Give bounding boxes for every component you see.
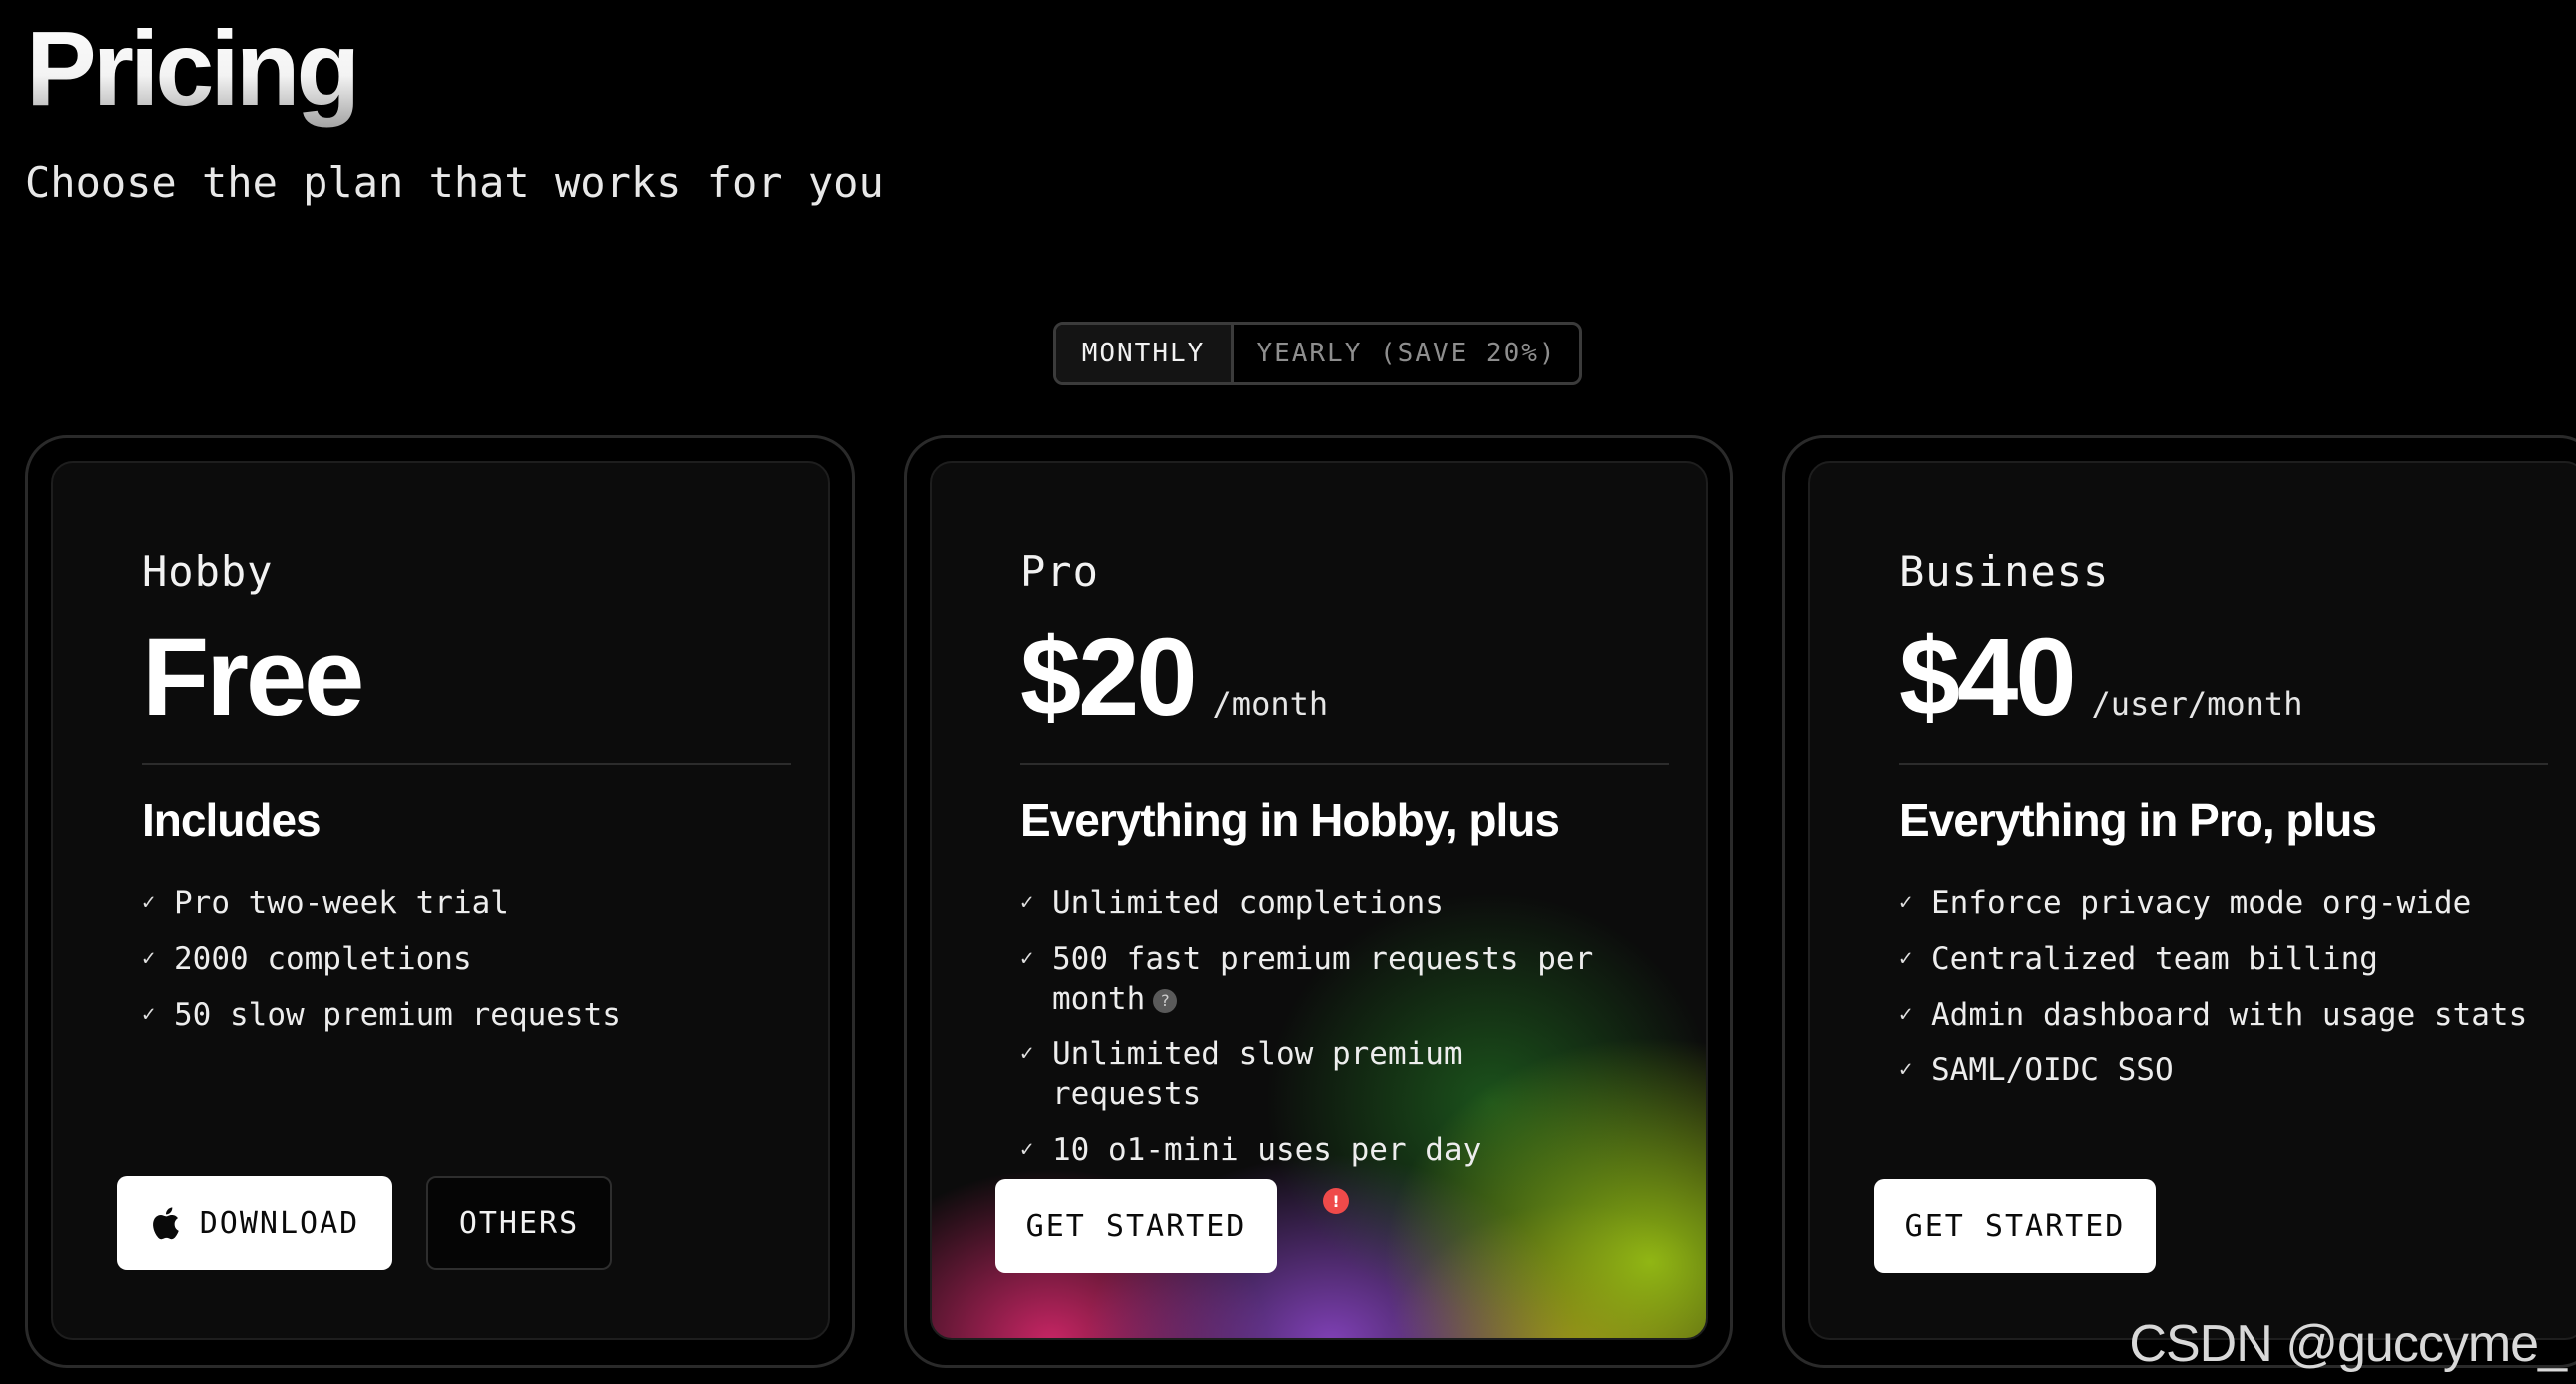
card-divider xyxy=(142,763,791,765)
feature-text: Unlimited completions xyxy=(1052,885,1444,921)
feature-list: ✓ Enforce privacy mode org-wide ✓ Centrali… xyxy=(1899,883,2558,1106)
price-row: $40 /user/month xyxy=(1899,613,2302,743)
download-button-label: DOWNLOAD xyxy=(199,1205,360,1241)
plan-card-hobby-panel: Hobby Free Includes ✓ Pro two-week trial … xyxy=(51,461,830,1340)
check-icon: ✓ xyxy=(142,946,156,971)
apple-icon xyxy=(150,1206,180,1240)
feature-item: ✓ 2000 completions xyxy=(142,939,801,979)
billing-monthly-option[interactable]: MONTHLY xyxy=(1056,325,1234,382)
check-icon: ✓ xyxy=(1899,890,1913,915)
alert-badge: ! xyxy=(1323,1188,1349,1214)
page-title: Pricing xyxy=(26,4,360,134)
check-icon: ✓ xyxy=(1020,946,1034,971)
plan-period: /user/month xyxy=(2091,685,2303,723)
feature-text: 50 slow premium requests xyxy=(174,997,621,1033)
check-icon: ✓ xyxy=(1020,890,1034,915)
billing-period-toggle: MONTHLY YEARLY (SAVE 20%) xyxy=(1053,322,1582,385)
feature-item: ✓ SAML/OIDC SSO xyxy=(1899,1050,2558,1090)
feature-item: ✓ 500 fast premium requests per month? xyxy=(1020,939,1619,1019)
feature-item: ✓ Unlimited slow premium requests xyxy=(1020,1035,1619,1114)
others-button[interactable]: OTHERS xyxy=(426,1176,612,1270)
price-row: Free xyxy=(142,613,364,743)
card-divider xyxy=(1899,763,2548,765)
download-button[interactable]: DOWNLOAD xyxy=(117,1176,392,1270)
feature-item: ✓ Unlimited completions xyxy=(1020,883,1619,923)
plan-price: $20 xyxy=(1020,616,1198,739)
check-icon: ✓ xyxy=(142,890,156,915)
plan-name: Pro xyxy=(1020,547,1099,596)
help-icon[interactable]: ? xyxy=(1153,988,1178,1013)
feature-item: ✓ Enforce privacy mode org-wide xyxy=(1899,883,2558,923)
plan-card-hobby: Hobby Free Includes ✓ Pro two-week trial … xyxy=(25,435,855,1368)
feature-item: ✓ Admin dashboard with usage stats xyxy=(1899,995,2558,1035)
plan-name: Business xyxy=(1899,547,2110,596)
feature-list: ✓ Unlimited completions ✓ 500 fast premium… xyxy=(1020,883,1619,1186)
check-icon: ✓ xyxy=(142,1002,156,1027)
billing-yearly-option[interactable]: YEARLY (SAVE 20%) xyxy=(1234,325,1579,382)
check-icon: ✓ xyxy=(1020,1041,1034,1066)
check-icon: ✓ xyxy=(1899,1002,1913,1027)
feature-item: ✓ Pro two-week trial xyxy=(142,883,801,923)
get-started-button[interactable]: GET STARTED xyxy=(1874,1179,2156,1273)
feature-text: Admin dashboard with usage stats xyxy=(1931,997,2528,1033)
includes-title: Everything in Hobby, plus xyxy=(1020,794,1560,846)
plan-card-business-panel: Business $40 /user/month Everything in P… xyxy=(1808,461,2576,1340)
feature-item: ✓ Centralized team billing xyxy=(1899,939,2558,979)
plan-price: $40 xyxy=(1899,616,2077,739)
feature-text: SAML/OIDC SSO xyxy=(1931,1052,2174,1088)
pricing-page: Pricing Choose the plan that works for y… xyxy=(0,0,2576,1384)
card-divider xyxy=(1020,763,1669,765)
plan-card-pro: Pro $20 /month Everything in Hobby, plus… xyxy=(904,435,1733,1368)
feature-list: ✓ Pro two-week trial ✓ 2000 completions ✓ 5… xyxy=(142,883,801,1050)
price-row: $20 /month xyxy=(1020,613,1328,743)
includes-title: Includes xyxy=(142,794,322,846)
check-icon: ✓ xyxy=(1020,1137,1034,1162)
page-subtitle: Choose the plan that works for you xyxy=(25,158,884,207)
feature-text: Centralized team billing xyxy=(1931,941,2378,977)
plan-period: /month xyxy=(1212,685,1329,723)
plan-card-business: Business $40 /user/month Everything in P… xyxy=(1782,435,2576,1368)
get-started-button[interactable]: GET STARTED xyxy=(995,1179,1277,1273)
includes-title: Everything in Pro, plus xyxy=(1899,794,2377,846)
feature-text-with-help: 500 fast premium requests per month? xyxy=(1052,939,1619,1019)
plan-price: Free xyxy=(142,616,364,739)
plan-name: Hobby xyxy=(142,547,274,596)
feature-text: Enforce privacy mode org-wide xyxy=(1931,885,2472,921)
plan-card-pro-panel: Pro $20 /month Everything in Hobby, plus… xyxy=(930,461,1708,1340)
check-icon: ✓ xyxy=(1899,946,1913,971)
feature-text: 500 fast premium requests per month xyxy=(1052,941,1594,1017)
feature-text: Unlimited slow premium requests xyxy=(1052,1037,1463,1112)
feature-text: 2000 completions xyxy=(174,941,472,977)
feature-item: ✓ 10 o1-mini uses per day xyxy=(1020,1130,1619,1170)
feature-text: 10 o1-mini uses per day xyxy=(1052,1132,1482,1168)
check-icon: ✓ xyxy=(1899,1057,1913,1082)
watermark: CSDN @guccyme_ xyxy=(2129,1315,2567,1373)
feature-text: Pro two-week trial xyxy=(174,885,509,921)
feature-item: ✓ 50 slow premium requests xyxy=(142,995,801,1035)
